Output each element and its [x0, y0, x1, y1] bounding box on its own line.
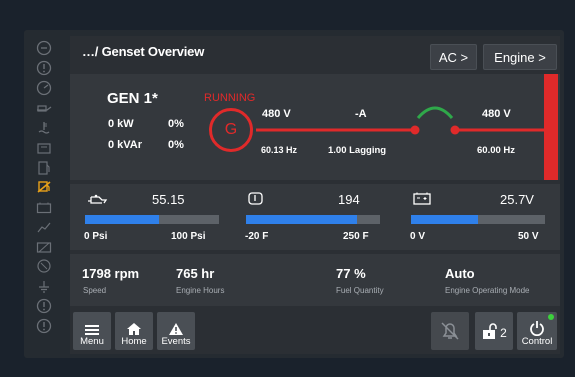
breaker-terminal-left: [410, 125, 420, 135]
generator-symbol[interactable]: G: [209, 108, 253, 152]
events-icon: [169, 323, 183, 335]
bus-voltage: 480 V: [482, 108, 511, 120]
fuel-quantity-value: 77 %: [336, 266, 366, 281]
coolant-temp-icon: [247, 191, 265, 212]
control-button[interactable]: Control: [517, 312, 557, 350]
ac-button[interactable]: AC >: [430, 44, 477, 70]
breaker-closed-arc: [416, 106, 454, 120]
generator-voltage: 480 V: [262, 108, 291, 120]
coolant-temp-value: 194: [338, 192, 360, 207]
breadcrumb: …/ Genset Overview: [82, 44, 205, 59]
oil-pressure-value: 55.15: [152, 192, 185, 207]
alarm-indicator-1-icon: [35, 298, 53, 314]
battery-fault-icon: [35, 239, 53, 255]
coolant-temp-min: -20 F: [245, 231, 269, 242]
battery-icon: [412, 191, 432, 211]
fuel-alarm-icon: [35, 160, 53, 176]
power-icon: [530, 321, 544, 336]
engine-hours-value: 765 hr: [176, 266, 215, 281]
overspeed-icon: [35, 80, 53, 96]
battery-max: 50 V: [518, 231, 539, 242]
battery-gauge: 25.7V 0 V 50 V: [400, 184, 560, 250]
bell-off-icon: [441, 322, 459, 340]
events-label: Events: [161, 336, 191, 347]
menu-button[interactable]: Menu: [73, 312, 111, 350]
operating-mode-label: Engine Operating Mode: [445, 286, 530, 295]
alarm-silence-button[interactable]: [431, 312, 469, 350]
power-factor: 1.00 Lagging: [328, 145, 387, 156]
home-icon: [127, 323, 141, 335]
home-label: Home: [121, 336, 147, 347]
oil-pressure-bar: [85, 215, 219, 224]
coolant-temp-gauge: 194 -20 F 250 F: [235, 184, 398, 250]
engine-button[interactable]: Engine >: [483, 44, 557, 70]
hmi-screen: …/ Genset Overview AC > Engine > GEN 1* …: [70, 36, 560, 354]
oil-pressure-fill: [85, 215, 159, 224]
speed-value: 1798 rpm: [82, 266, 140, 281]
sidebar-icons: [30, 36, 58, 352]
battery-value: 25.7V: [500, 192, 534, 207]
coolant-temp-bar: [246, 215, 380, 224]
engine-fault-icon: [35, 140, 53, 156]
alarm-indicator-2-icon: [35, 318, 53, 334]
unlock-icon: [483, 323, 497, 339]
oil-pressure-icon: [86, 192, 108, 211]
events-button[interactable]: Events: [157, 312, 195, 350]
breaker-alarm-icon: [35, 258, 53, 274]
shutdown-alarm-icon: [35, 40, 53, 56]
coolant-alarm-icon: [35, 120, 53, 136]
coolant-temp-fill: [246, 215, 358, 224]
menu-label: Menu: [80, 336, 104, 347]
generator-frequency: 60.13 Hz: [261, 145, 298, 155]
generator-symbol-letter: G: [224, 121, 238, 138]
coolant-temp-max: 250 F: [343, 231, 369, 242]
stats-panel: 1798 rpm Speed 765 hr Engine Hours 77 % …: [70, 254, 560, 306]
menu-icon: [85, 325, 99, 335]
battery-fill: [411, 215, 478, 224]
battery-alarm-icon: [35, 199, 53, 215]
gauges-panel: 55.15 0 Psi 100 Psi 194 -20 F 250 F 25.7…: [70, 184, 560, 250]
engine-hours-label: Engine Hours: [176, 286, 225, 295]
low-oil-icon: [35, 100, 53, 116]
operating-mode-value: Auto: [445, 266, 475, 281]
battery-bar: [411, 215, 545, 224]
generator-current: -A: [355, 108, 367, 120]
home-button[interactable]: Home: [115, 312, 153, 350]
bus-bar: [544, 74, 558, 180]
oil-pressure-max: 100 Psi: [171, 231, 206, 242]
generator-panel: GEN 1* 0 kW 0% 0 kVAr 0% RUNNING G 480 V…: [70, 74, 560, 180]
charger-alarm-icon: [35, 219, 53, 235]
warning-alarm-icon: [35, 60, 53, 76]
fuel-quantity-label: Fuel Quantity: [336, 286, 384, 295]
lock-count: 2: [500, 326, 507, 340]
lock-button[interactable]: 2: [475, 312, 513, 350]
oil-pressure-min: 0 Psi: [84, 231, 108, 242]
ground-fault-icon: [35, 278, 53, 294]
battery-min: 0 V: [410, 231, 426, 242]
oil-pressure-gauge: 55.15 0 Psi 100 Psi: [70, 184, 233, 250]
bus-frequency: 60.00 Hz: [477, 145, 516, 156]
control-label: Control: [521, 336, 553, 347]
fuel-level-warning-icon: [35, 179, 53, 195]
control-status-dot: [548, 314, 554, 320]
breaker-terminal-right: [450, 125, 460, 135]
speed-label: Speed: [83, 286, 107, 295]
one-line-diagram: [256, 74, 558, 180]
